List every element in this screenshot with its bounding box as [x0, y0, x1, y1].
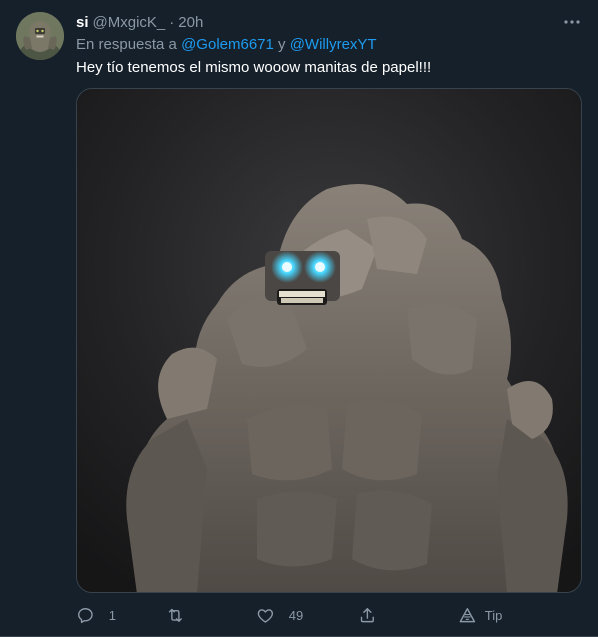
- retweet-icon: [168, 608, 182, 622]
- heart-icon: [257, 608, 274, 623]
- reply-button[interactable]: 1: [76, 603, 116, 627]
- display-name[interactable]: si: [76, 14, 89, 31]
- more-icon: [564, 20, 580, 24]
- tip-button[interactable]: Tip: [458, 603, 502, 627]
- reply-prefix: En respuesta a: [76, 36, 182, 53]
- like-button[interactable]: 49: [256, 603, 303, 627]
- tweet-timestamp[interactable]: 20h: [178, 14, 203, 31]
- share-button[interactable]: [358, 603, 377, 627]
- golem-image: [77, 89, 581, 592]
- retweet-button[interactable]: [166, 603, 199, 627]
- tip-icon: [459, 607, 476, 622]
- tweet-header: si @MxgicK_ · 20h: [76, 12, 203, 32]
- more-options-button[interactable]: [562, 12, 582, 32]
- separator-dot: ·: [169, 13, 175, 31]
- mention-link-willyrex[interactable]: @WillyrexYT: [290, 36, 377, 53]
- tip-label: Tip: [484, 607, 503, 623]
- reply-conjunction: y: [273, 36, 290, 53]
- mention-link-golem[interactable]: @Golem6671: [181, 36, 274, 53]
- golem-avatar-icon: [16, 12, 64, 60]
- user-handle[interactable]: @MxgicK_: [93, 14, 166, 31]
- reply-context: En respuesta a @Golem6671 y @WillyrexYT: [76, 36, 377, 53]
- share-icon: [360, 607, 374, 622]
- tweet-text: Hey tío tenemos el mismo wooow manitas d…: [76, 59, 432, 76]
- reply-count: 1: [108, 607, 116, 623]
- reply-icon: [78, 607, 93, 623]
- avatar[interactable]: [16, 12, 64, 60]
- tweet-media-image[interactable]: [76, 88, 582, 593]
- like-count: 49: [288, 607, 304, 623]
- tweet[interactable]: si @MxgicK_ · 20h En respuesta a @Golem6…: [0, 0, 598, 637]
- tweet-actions: 1 49 Tip: [76, 603, 516, 627]
